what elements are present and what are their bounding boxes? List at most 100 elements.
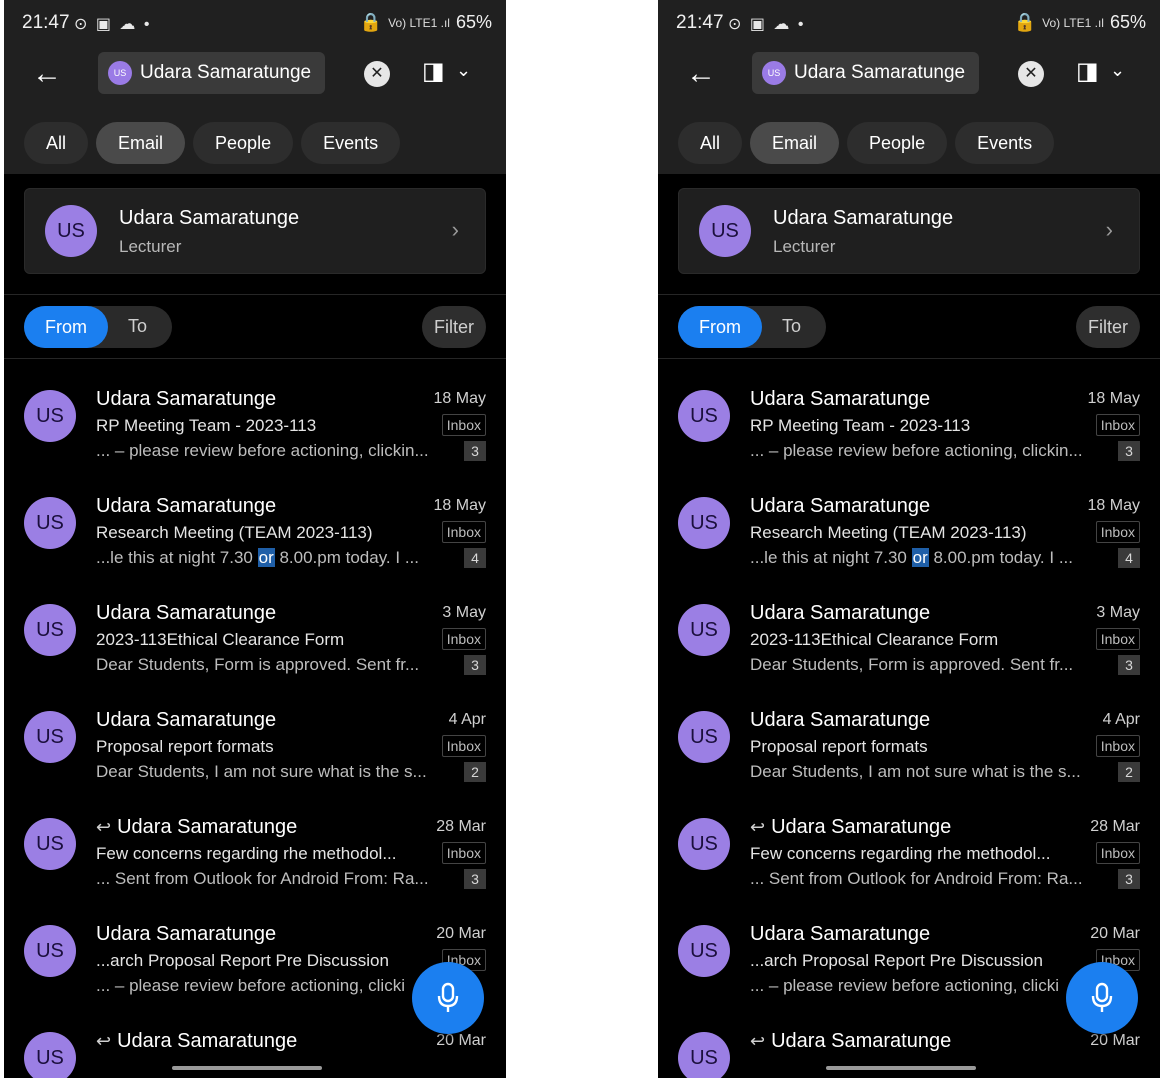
- sender-name: Udara Samaratunge: [117, 816, 298, 838]
- arrow-left-icon[interactable]: ←: [686, 56, 716, 92]
- folder-badge: Inbox: [1095, 628, 1140, 650]
- sender-name: Udara Samaratunge: [771, 816, 952, 838]
- email-subject: Proposal report formats: [96, 737, 274, 756]
- email-date: 20 Mar: [1090, 1032, 1140, 1049]
- avatar: US: [45, 205, 97, 257]
- status-time: 21:47: [22, 12, 70, 33]
- from-button[interactable]: From: [678, 306, 762, 348]
- to-button[interactable]: To: [128, 316, 147, 337]
- status-bar: 21:47 ⊙ ▣ ☁ • 🔒 Vo) LTE1 .ıl 65%: [658, 0, 1160, 50]
- tab-people[interactable]: People: [193, 122, 294, 164]
- email-preview: ... – please review before actioning, cl…: [750, 976, 1059, 995]
- microphone-icon[interactable]: [412, 962, 484, 1034]
- folder-badge: Inbox: [1095, 735, 1140, 757]
- close-icon[interactable]: ✕: [364, 61, 390, 87]
- tab-email[interactable]: Email: [750, 122, 840, 164]
- list-item[interactable]: US Udara Samaratunge 3 May 2023-113Ethic…: [658, 594, 1160, 701]
- list-item[interactable]: US Udara Samaratunge 18 May RP Meeting T…: [4, 380, 506, 487]
- divider: [4, 294, 506, 295]
- email-preview: Dear Students, Form is approved. Sent fr…: [750, 655, 1074, 674]
- thread-count-badge: 3: [1118, 655, 1140, 675]
- email-sender: Udara Samaratunge: [96, 602, 277, 624]
- email-date: 28 Mar: [1090, 818, 1140, 835]
- tab-events[interactable]: Events: [301, 122, 401, 164]
- email-date: 18 May: [433, 497, 486, 514]
- notification-icons: ⊙ ▣ ☁ •: [74, 16, 152, 33]
- contact-role: Lecturer: [773, 237, 836, 256]
- filter-button[interactable]: Filter: [1076, 306, 1140, 348]
- filter-button[interactable]: Filter: [422, 306, 486, 348]
- office-icon[interactable]: ◨: [422, 57, 445, 86]
- search-query-chip[interactable]: US Udara Samaratunge: [98, 52, 326, 94]
- email-date: 28 Mar: [436, 818, 486, 835]
- search-highlight: or: [257, 548, 275, 567]
- tab-events[interactable]: Events: [955, 122, 1055, 164]
- phone-screen-left: 21:47 ⊙ ▣ ☁ • 🔒 Vo) LTE1 .ıl 65% ← US Ud…: [4, 0, 506, 1078]
- email-sender: Udara Samaratunge: [96, 923, 277, 945]
- avatar: US: [24, 390, 76, 442]
- contact-role: Lecturer: [119, 237, 182, 256]
- email-sender: Udara Samaratunge: [750, 709, 931, 731]
- email-date: 18 May: [1087, 497, 1140, 514]
- folder-badge: Inbox: [441, 414, 486, 436]
- list-item[interactable]: US Udara Samaratunge 18 May Research Mee…: [4, 487, 506, 594]
- avatar: US: [678, 390, 730, 442]
- email-sender: Udara Samaratunge: [750, 602, 931, 624]
- thread-count-badge: 3: [1118, 869, 1140, 889]
- mic-glyph: [1091, 982, 1113, 1012]
- chevron-down-icon[interactable]: ⌄: [1110, 60, 1125, 81]
- email-sender: ↩ Udara Samaratunge: [96, 816, 297, 839]
- contact-card[interactable]: US Udara Samaratunge Lecturer ›: [24, 188, 486, 274]
- contact-card[interactable]: US Udara Samaratunge Lecturer ›: [678, 188, 1140, 274]
- list-item[interactable]: US Udara Samaratunge 4 Apr Proposal repo…: [658, 701, 1160, 808]
- list-item[interactable]: US Udara Samaratunge 3 May 2023-113Ethic…: [4, 594, 506, 701]
- email-sender: ↩ Udara Samaratunge: [750, 816, 951, 839]
- list-item[interactable]: US Udara Samaratunge 18 May RP Meeting T…: [658, 380, 1160, 487]
- email-preview: ...le this at night 7.30 or 8.00.pm toda…: [96, 548, 434, 568]
- preview-text: ...le this at night 7.30: [96, 548, 258, 567]
- list-item[interactable]: US Udara Samaratunge 4 Apr Proposal repo…: [4, 701, 506, 808]
- email-preview: ... Sent from Outlook for Android From: …: [750, 869, 1083, 888]
- email-date: 20 Mar: [436, 925, 486, 942]
- email-subject: 2023-113Ethical Clearance Form: [96, 630, 345, 649]
- office-icon[interactable]: ◨: [1076, 57, 1099, 86]
- search-query-chip[interactable]: US Udara Samaratunge: [752, 52, 980, 94]
- thread-count-badge: 3: [464, 869, 486, 889]
- list-item[interactable]: US Udara Samaratunge 18 May Research Mee…: [658, 487, 1160, 594]
- close-icon[interactable]: ✕: [1018, 61, 1044, 87]
- email-sender: Udara Samaratunge: [750, 388, 931, 410]
- arrow-left-icon[interactable]: ←: [32, 56, 62, 92]
- app-bar: 21:47 ⊙ ▣ ☁ • 🔒 Vo) LTE1 .ıl 65% ← US Ud…: [658, 0, 1160, 174]
- from-button[interactable]: From: [24, 306, 108, 348]
- chip-label: Udara Samaratunge: [794, 62, 966, 83]
- chevron-right-icon: ›: [1105, 217, 1113, 242]
- email-date: 3 May: [1096, 604, 1140, 621]
- sender-name: Udara Samaratunge: [117, 1030, 298, 1052]
- thread-count-badge: 4: [1118, 548, 1140, 568]
- avatar: US: [678, 497, 730, 549]
- microphone-icon[interactable]: [1066, 962, 1138, 1034]
- email-sender: Udara Samaratunge: [96, 495, 277, 517]
- chevron-down-icon[interactable]: ⌄: [456, 60, 471, 81]
- chip-avatar: US: [762, 61, 786, 85]
- tab-all[interactable]: All: [24, 122, 89, 164]
- avatar: US: [24, 497, 76, 549]
- status-bar: 21:47 ⊙ ▣ ☁ • 🔒 Vo) LTE1 .ıl 65%: [4, 0, 506, 50]
- email-subject: Research Meeting (TEAM 2023-113): [96, 523, 373, 542]
- thread-count-badge: 3: [464, 441, 486, 461]
- to-button[interactable]: To: [782, 316, 801, 337]
- notification-icons: ⊙ ▣ ☁ •: [728, 16, 806, 33]
- tab-people[interactable]: People: [847, 122, 948, 164]
- tab-all[interactable]: All: [678, 122, 743, 164]
- contact-name: Udara Samaratunge: [119, 207, 300, 229]
- avatar: US: [678, 925, 730, 977]
- tab-email[interactable]: Email: [96, 122, 186, 164]
- list-item[interactable]: US ↩ Udara Samaratunge 28 Mar Few concern…: [658, 808, 1160, 915]
- thread-count-badge: 2: [1118, 762, 1140, 782]
- avatar: US: [678, 1032, 730, 1078]
- chevron-right-icon: ›: [451, 217, 459, 242]
- from-to-toggle: From To: [678, 306, 826, 348]
- list-item[interactable]: US ↩ Udara Samaratunge 28 Mar Few concern…: [4, 808, 506, 915]
- battery-level: 65%: [455, 12, 492, 32]
- reply-icon: ↩: [750, 817, 766, 837]
